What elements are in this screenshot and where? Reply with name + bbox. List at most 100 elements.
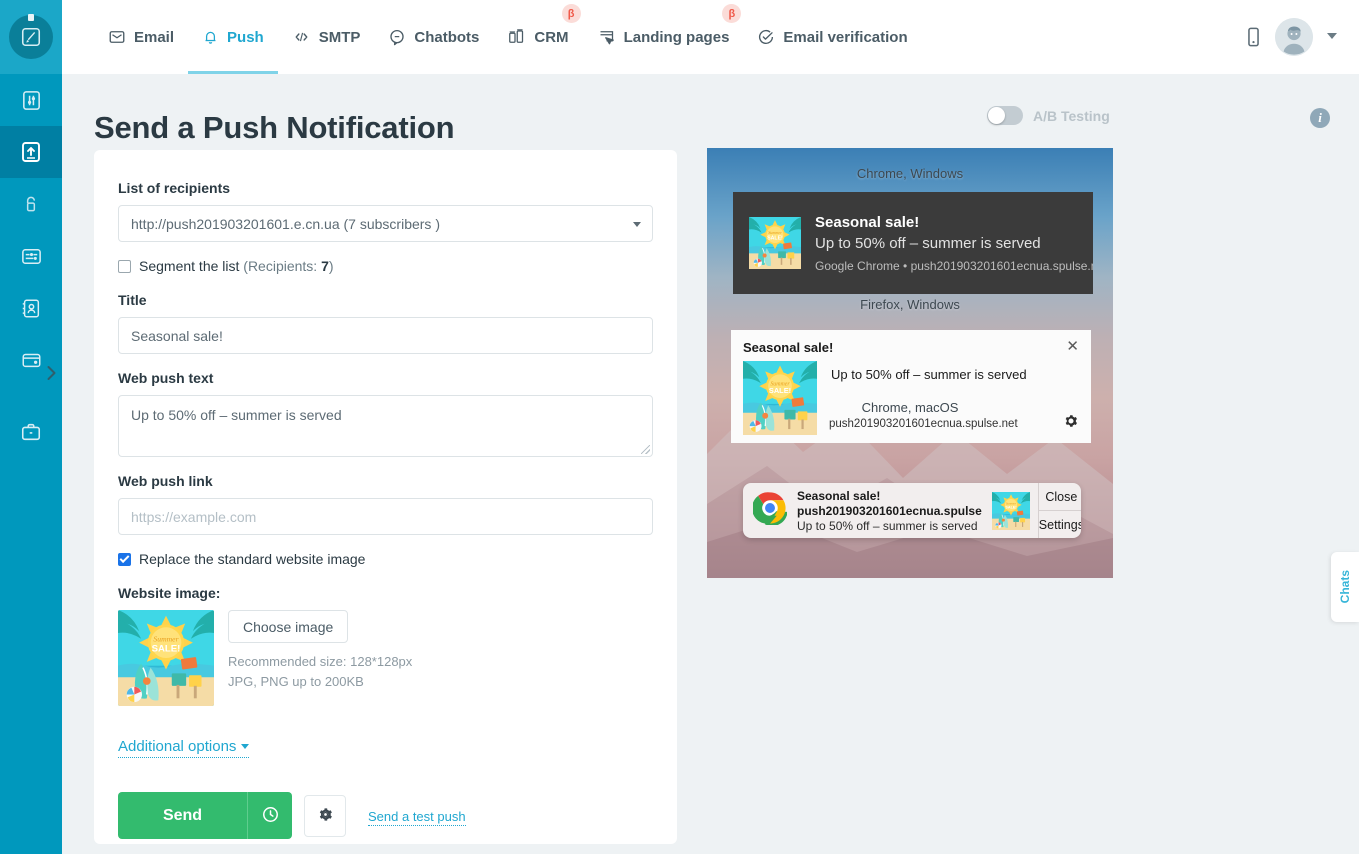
notification-source: Google Chrome • push201903201601ecnua.sp… xyxy=(815,258,1093,273)
nav-item-smtp[interactable]: SMTP xyxy=(278,0,375,74)
web-push-text-field: Web push text Up to 50% off – summer is … xyxy=(118,370,653,457)
website-image-thumbnail[interactable] xyxy=(118,610,214,706)
topbar-right-controls xyxy=(1246,0,1359,74)
sidebar-item-security[interactable] xyxy=(0,178,62,230)
segment-list-label: Segment the list (Recipients: 7) xyxy=(139,258,334,274)
chats-tab-label: Chats xyxy=(1338,570,1352,604)
segment-suffix: ) xyxy=(328,258,334,274)
web-push-text-value: Up to 50% off – summer is served xyxy=(131,407,342,423)
nav-item-chatbots[interactable]: Chatbots xyxy=(374,0,493,74)
notification-settings-button[interactable]: Settings xyxy=(1038,510,1081,538)
web-push-link-placeholder: https://example.com xyxy=(131,508,257,525)
title-label: Title xyxy=(118,292,147,308)
recipients-label: List of recipients xyxy=(118,180,231,196)
web-push-link-field: Web push link https://example.com xyxy=(118,473,653,535)
resize-handle-icon[interactable] xyxy=(641,445,650,454)
app-logo[interactable] xyxy=(0,0,62,74)
send-test-push-link[interactable]: Send a test push xyxy=(368,809,466,826)
preview-label-chrome-windows: Chrome, Windows xyxy=(856,166,964,181)
page-title: Send a Push Notification xyxy=(94,110,455,145)
contacts-icon xyxy=(20,297,42,320)
segment-label-text: Segment the list xyxy=(139,258,244,274)
notification-thumbnail xyxy=(743,361,817,435)
info-icon[interactable]: i xyxy=(1310,108,1330,128)
avatar[interactable] xyxy=(1275,18,1313,56)
segment-list-checkbox[interactable] xyxy=(118,259,131,273)
web-push-text-textarea[interactable]: Up to 50% off – summer is served xyxy=(118,395,653,457)
chats-tab[interactable]: Chats xyxy=(1331,552,1359,622)
sidebar-item-push[interactable] xyxy=(0,126,62,178)
check-circle-icon xyxy=(757,28,775,46)
chrome-logo-icon xyxy=(753,491,787,530)
sidebar-expand-button[interactable] xyxy=(40,360,62,390)
gear-icon xyxy=(317,806,334,826)
nav-item-email[interactable]: Email xyxy=(94,0,188,74)
crm-icon xyxy=(507,28,526,46)
notification-close-button[interactable]: Close xyxy=(1039,483,1081,510)
title-input-value: Seasonal sale! xyxy=(131,327,223,344)
recipients-field: List of recipients http://push2019032016… xyxy=(118,180,653,242)
web-push-link-input[interactable]: https://example.com xyxy=(118,498,653,535)
image-hint-line-1: Recommended size: 128*128px xyxy=(228,654,413,669)
chevron-down-icon xyxy=(633,221,641,227)
replace-image-row[interactable]: Replace the standard website image xyxy=(118,551,653,567)
image-hint-line-2: JPG, PNG up to 200KB xyxy=(228,673,364,689)
notification-title: Seasonal sale! xyxy=(743,340,834,355)
preview-label-firefox-windows: Firefox, Windows xyxy=(860,297,960,312)
close-icon[interactable]: ✕ xyxy=(1066,339,1079,354)
ab-testing-toggle[interactable] xyxy=(987,106,1023,125)
send-settings-button[interactable] xyxy=(304,794,346,837)
send-button[interactable]: Send xyxy=(118,792,247,839)
nav-item-label: Landing pages xyxy=(623,28,730,46)
nav-items: Email Push SMTP Chatbots CRM β Landing p… xyxy=(62,0,922,74)
nav-item-label: SMTP xyxy=(318,28,361,46)
automation-icon xyxy=(20,245,43,268)
website-image-row: Choose image Recommended size: 128*128px… xyxy=(118,610,653,706)
preview-notification-firefox-windows: Seasonal sale! ✕ Up to 50% off – summer … xyxy=(731,330,1091,443)
sidebar-item-briefcase[interactable] xyxy=(0,406,62,458)
notification-thumbnail xyxy=(992,492,1030,530)
additional-options-toggle[interactable]: Additional options xyxy=(118,738,250,758)
nav-item-crm[interactable]: CRM β xyxy=(493,0,582,74)
chevron-right-icon xyxy=(45,364,58,387)
web-push-text-label: Web push text xyxy=(118,370,214,386)
sidebar-item-analytics[interactable] xyxy=(0,74,62,126)
additional-options-label: Additional options xyxy=(118,738,237,755)
schedule-send-button[interactable] xyxy=(247,792,292,839)
sidebar-item-contacts[interactable] xyxy=(0,282,62,334)
replace-image-label: Replace the standard website image xyxy=(139,551,366,567)
segment-list-row[interactable]: Segment the list (Recipients: 7) xyxy=(118,258,653,274)
sidebar-item-automation[interactable] xyxy=(0,230,62,282)
web-push-link-label: Web push link xyxy=(118,473,213,489)
bell-icon xyxy=(202,28,219,46)
title-input[interactable]: Seasonal sale! xyxy=(118,317,653,354)
nav-item-label: Email verification xyxy=(783,28,908,46)
notification-title: Seasonal sale! xyxy=(797,488,881,503)
toggle-knob xyxy=(988,107,1005,124)
notification-body: Up to 50% off – summer is served xyxy=(815,234,1041,252)
landing-icon xyxy=(597,28,616,46)
mobile-phone-icon[interactable] xyxy=(1246,27,1261,47)
notification-body: Up to 50% off – summer is served xyxy=(797,518,978,533)
form-actions: Send Send a test push xyxy=(118,792,653,839)
image-hint: Recommended size: 128*128px JPG, PNG up … xyxy=(228,652,412,691)
recipients-selected-value: http://push201903201601.e.cn.ua (7 subsc… xyxy=(131,215,440,232)
segment-count: 7 xyxy=(321,258,329,274)
recipients-select[interactable]: http://push201903201601.e.cn.ua (7 subsc… xyxy=(118,205,653,242)
page-content: Send a Push Notification A/B Testing i L… xyxy=(62,74,1359,854)
choose-image-button[interactable]: Choose image xyxy=(228,610,349,643)
replace-image-checkbox[interactable] xyxy=(118,552,131,566)
sliders-icon xyxy=(20,89,43,112)
nav-item-label: Push xyxy=(227,28,264,46)
logo-nub xyxy=(28,14,34,21)
beta-badge: β xyxy=(561,4,581,23)
nav-item-label: Chatbots xyxy=(414,28,480,46)
notification-action-buttons: Close Settings xyxy=(1037,483,1081,538)
ab-testing-control: A/B Testing xyxy=(987,106,1110,125)
chevron-down-icon[interactable] xyxy=(1327,32,1337,42)
nav-item-landing-pages[interactable]: Landing pages β xyxy=(583,0,744,74)
chat-icon xyxy=(388,28,406,46)
nav-item-email-verification[interactable]: Email verification xyxy=(743,0,921,74)
nav-item-push[interactable]: Push xyxy=(188,0,278,74)
gear-icon[interactable] xyxy=(1063,413,1079,434)
